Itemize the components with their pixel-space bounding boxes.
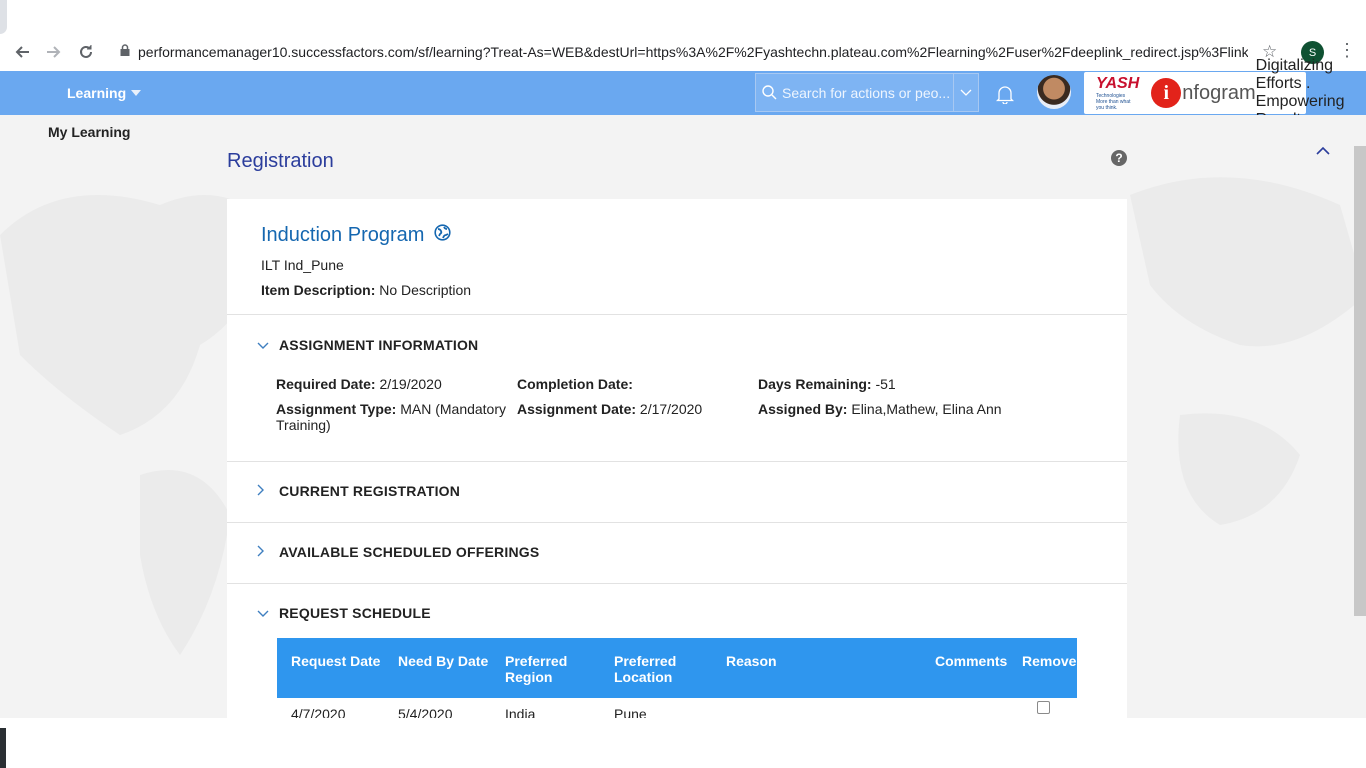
assignment-information-toggle[interactable]: ASSIGNMENT INFORMATION xyxy=(257,337,478,353)
section-heading: AVAILABLE SCHEDULED OFFERINGS xyxy=(279,544,540,560)
value: Elina,Mathew, Elina Ann xyxy=(851,401,1002,417)
item-title-text[interactable]: Induction Program xyxy=(261,224,424,247)
my-learning-link[interactable]: My Learning xyxy=(48,124,130,140)
completion-date: Completion Date: xyxy=(517,376,633,392)
col-comments[interactable]: Comments xyxy=(935,653,1007,669)
module-label: Learning xyxy=(67,85,127,101)
section-heading: CURRENT REGISTRATION xyxy=(279,483,461,499)
chevron-right-icon xyxy=(257,483,279,499)
user-avatar[interactable] xyxy=(1037,75,1071,109)
address-bar[interactable]: performancemanager10.successfactors.com/… xyxy=(108,36,1290,68)
lock-icon xyxy=(120,43,130,61)
notifications-bell-icon[interactable] xyxy=(995,84,1015,109)
col-reason[interactable]: Reason xyxy=(726,653,777,669)
col-preferred-region[interactable]: Preferred Region xyxy=(505,653,585,685)
col-remove[interactable]: Remove xyxy=(1022,653,1076,669)
assignment-information-section: ASSIGNMENT INFORMATION Required Date: 2/… xyxy=(227,314,1127,461)
company-logos: YASH Technologies More than what you thi… xyxy=(1084,57,1345,128)
search-input[interactable] xyxy=(782,84,952,101)
current-registration-section: CURRENT REGISTRATION xyxy=(227,461,1127,522)
infogram-logo: i nfogram xyxy=(1151,78,1256,108)
remove-checkbox[interactable] xyxy=(1037,701,1050,714)
url-text[interactable]: performancemanager10.successfactors.com/… xyxy=(138,44,1248,60)
value: 2/17/2020 xyxy=(639,401,703,417)
registration-card: Induction Program ILT Ind_Pune Item Desc… xyxy=(227,199,1127,718)
required-date: Required Date: 2/19/2020 xyxy=(276,376,442,392)
chevron-down-icon xyxy=(257,605,279,621)
label: Assignment Type: xyxy=(276,401,397,417)
forward-icon[interactable] xyxy=(39,37,69,67)
value: 2/19/2020 xyxy=(379,376,442,392)
request-schedule-toggle[interactable]: REQUEST SCHEDULE xyxy=(257,605,431,621)
label: Assigned By: xyxy=(758,401,848,417)
page-bottom-area xyxy=(0,718,1366,768)
item-description-value: No Description xyxy=(379,282,472,298)
assignment-type: Assignment Type: MAN (Mandatory Training… xyxy=(276,401,511,433)
item-description-label: Item Description: xyxy=(261,282,376,298)
item-title: Induction Program xyxy=(261,224,452,247)
days-remaining: Days Remaining: -51 xyxy=(758,376,896,392)
chevron-right-icon xyxy=(257,544,279,560)
cell-need-by-date: 5/4/2020 xyxy=(398,706,453,718)
cell-preferred-region: India xyxy=(505,706,536,718)
assignment-date: Assignment Date: 2/17/2020 xyxy=(517,401,702,417)
col-request-date[interactable]: Request Date xyxy=(291,653,380,669)
item-code: ILT Ind_Pune xyxy=(261,257,344,273)
browser-tab-strip xyxy=(0,0,1366,34)
current-registration-toggle[interactable]: CURRENT REGISTRATION xyxy=(257,483,460,499)
col-need-by-date[interactable]: Need By Date xyxy=(398,653,488,669)
help-icon[interactable]: ? xyxy=(1111,150,1127,166)
chevron-up-icon[interactable] xyxy=(1316,142,1330,158)
label: Assignment Date: xyxy=(517,401,637,417)
taskbar-edge xyxy=(0,728,6,768)
page-scrollbar[interactable] xyxy=(1354,146,1366,616)
globe-icon xyxy=(434,224,452,247)
available-offerings-toggle[interactable]: AVAILABLE SCHEDULED OFFERINGS xyxy=(257,544,539,560)
reload-icon[interactable] xyxy=(71,37,101,67)
chevron-down-icon xyxy=(131,90,142,96)
available-offerings-section: AVAILABLE SCHEDULED OFFERINGS xyxy=(227,522,1127,583)
label: Completion Date: xyxy=(517,376,633,392)
chevron-down-icon xyxy=(257,337,279,353)
app-header: Learning YASH Technologies More than wha… xyxy=(0,57,1366,128)
value: -51 xyxy=(875,376,896,392)
section-heading: ASSIGNMENT INFORMATION xyxy=(279,337,479,353)
cell-request-date: 4/7/2020 xyxy=(291,706,346,718)
search-icon xyxy=(756,85,782,100)
label: Days Remaining: xyxy=(758,376,872,392)
assigned-by: Assigned By: Elina,Mathew, Elina Ann xyxy=(758,401,1002,417)
page-body: My Learning Registration ? Induction Pro… xyxy=(0,115,1366,718)
page-title: Registration xyxy=(227,150,334,172)
search-scope-dropdown[interactable] xyxy=(953,74,978,111)
section-heading: REQUEST SCHEDULE xyxy=(279,605,431,621)
label: Required Date: xyxy=(276,376,376,392)
cell-preferred-location: Pune xyxy=(614,706,647,718)
global-search[interactable] xyxy=(755,73,979,112)
yash-logo: YASH Technologies More than what you thi… xyxy=(1096,75,1140,111)
browser-tab-edge xyxy=(0,0,7,34)
module-switcher[interactable]: Learning xyxy=(67,85,142,101)
col-preferred-location[interactable]: Preferred Location xyxy=(614,653,694,685)
table-header: Request Date Need By Date Preferred Regi… xyxy=(277,638,1077,698)
table-row: 4/7/2020 5/4/2020 India Pune xyxy=(277,698,1077,718)
browser-toolbar: performancemanager10.successfactors.com/… xyxy=(0,34,1366,71)
item-description: Item Description: No Description xyxy=(261,282,471,298)
request-schedule-table: Request Date Need By Date Preferred Regi… xyxy=(277,638,1077,718)
back-icon[interactable] xyxy=(7,37,37,67)
